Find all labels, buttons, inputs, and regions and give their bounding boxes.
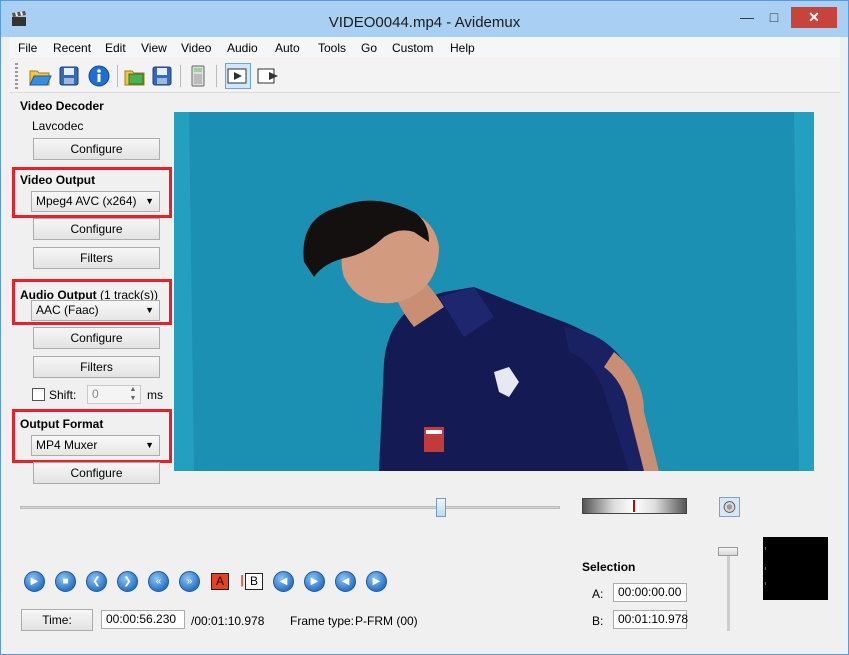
menu-edit[interactable]: Edit — [105, 41, 126, 55]
menu-help[interactable]: Help — [450, 41, 475, 55]
jog-shuttle[interactable] — [582, 498, 687, 514]
set-marker-a-button[interactable]: A — [211, 573, 229, 590]
video-output-selected: Mpeg4 AVC (x264) — [36, 194, 137, 208]
output-preview-icon[interactable] — [255, 63, 281, 89]
menu-bar: File Recent Edit View Video Audio Auto T… — [9, 37, 840, 58]
frame-type-label: Frame type: — [290, 614, 355, 628]
menu-recent[interactable]: Recent — [53, 41, 91, 55]
save-image-icon[interactable] — [149, 63, 175, 89]
jog-marker — [633, 500, 635, 512]
next-keyframe-icon[interactable]: » — [179, 571, 200, 592]
toolbar-separator — [117, 65, 118, 87]
window-title: VIDEO0044.mp4 - Avidemux — [328, 14, 521, 31]
audio-meter-preview — [763, 537, 828, 600]
timeline-slider-thumb[interactable] — [436, 498, 446, 517]
output-format-select[interactable]: MP4 Muxer ▼ — [31, 435, 160, 456]
goto-marker-b-icon[interactable]: ▶ — [304, 571, 325, 592]
audio-output-filters-button[interactable]: Filters — [33, 356, 160, 378]
maximize-button[interactable]: □ — [761, 7, 787, 27]
video-output-filters-button[interactable]: Filters — [33, 247, 160, 269]
avidemux-window: VIDEO0044.mp4 - Avidemux — □ ✕ File Rece… — [0, 0, 849, 655]
next-black-frame-icon[interactable]: ▶ — [366, 571, 387, 592]
selection-a-label: A: — [592, 587, 604, 601]
toolbar — [9, 59, 840, 93]
shift-label: Shift: — [49, 388, 77, 402]
next-frame-icon[interactable]: ❯ — [117, 571, 138, 592]
total-duration: /00:01:10.978 — [191, 614, 265, 628]
volume-icon[interactable] — [719, 497, 740, 517]
toolbar-separator — [180, 65, 181, 87]
video-decoder-codec: Lavcodec — [32, 119, 84, 133]
set-marker-b-button[interactable]: B — [245, 573, 263, 590]
marker-b-label: B — [249, 574, 258, 588]
selection-a-field[interactable]: 00:00:00.00 — [613, 583, 687, 602]
video-output-heading: Video Output — [20, 173, 96, 187]
previous-frame-icon[interactable]: ❮ — [86, 571, 107, 592]
close-button[interactable]: ✕ — [791, 7, 837, 28]
video-output-configure-button[interactable]: Configure — [33, 218, 160, 240]
open-icon[interactable] — [27, 63, 53, 89]
toolbar-separator — [216, 65, 217, 87]
menu-audio[interactable]: Audio — [227, 41, 258, 55]
marker-a-label: A — [215, 574, 224, 588]
shift-spinbox-arrows[interactable]: ▲ ▼ — [125, 385, 141, 404]
play-filtered-icon[interactable] — [225, 63, 251, 89]
video-preview — [174, 112, 814, 471]
chevron-down-icon: ▼ — [145, 196, 154, 206]
menu-video[interactable]: Video — [181, 41, 211, 55]
selection-heading: Selection — [582, 560, 636, 574]
selection-b-label: B: — [592, 614, 604, 628]
volume-slider-track[interactable] — [727, 549, 730, 631]
open-image-icon[interactable] — [122, 63, 148, 89]
frame-type-value: P-FRM (00) — [355, 614, 418, 628]
previous-black-frame-icon[interactable]: ◀ — [335, 571, 356, 592]
output-format-heading: Output Format — [20, 417, 104, 431]
video-decoder-heading: Video Decoder — [20, 99, 104, 113]
menu-go[interactable]: Go — [361, 41, 377, 55]
output-format-configure-button[interactable]: Configure — [33, 462, 160, 484]
audio-output-selected: AAC (Faac) — [36, 303, 99, 317]
timeline-track[interactable] — [20, 506, 560, 509]
status-bar — [9, 633, 840, 641]
video-output-select[interactable]: Mpeg4 AVC (x264) ▼ — [31, 191, 160, 212]
audio-output-configure-button[interactable]: Configure — [33, 327, 160, 349]
shift-unit: ms — [147, 388, 163, 402]
calculator-icon[interactable] — [185, 63, 211, 89]
volume-slider-thumb[interactable] — [718, 547, 738, 556]
audio-output-select[interactable]: AAC (Faac) ▼ — [31, 300, 160, 321]
selection-b-field[interactable]: 00:01:10.978 — [613, 610, 688, 629]
play-icon[interactable]: ▶ — [24, 571, 45, 592]
video-frame-image — [174, 112, 814, 471]
current-time-field[interactable]: 00:00:56.230 — [101, 610, 185, 629]
title-bar: VIDEO0044.mp4 - Avidemux — □ ✕ — [1, 1, 848, 37]
menu-auto[interactable]: Auto — [275, 41, 300, 55]
chevron-down-icon: ▼ — [145, 440, 154, 450]
chevron-down-icon: ▼ — [145, 305, 154, 315]
output-format-selected: MP4 Muxer — [36, 438, 98, 452]
stop-icon[interactable]: ■ — [55, 571, 76, 592]
shift-checkbox[interactable] — [32, 388, 45, 401]
video-decoder-configure-button[interactable]: Configure — [33, 138, 160, 160]
goto-marker-a-icon[interactable]: ◀ — [273, 571, 294, 592]
info-icon[interactable] — [86, 63, 112, 89]
menu-tools[interactable]: Tools — [318, 41, 346, 55]
menu-custom[interactable]: Custom — [392, 41, 433, 55]
menu-view[interactable]: View — [141, 41, 167, 55]
time-button[interactable]: Time: — [21, 609, 93, 631]
menu-file[interactable]: File — [18, 41, 37, 55]
toolbar-grip[interactable] — [15, 63, 18, 89]
minimize-button[interactable]: — — [734, 7, 760, 27]
save-icon[interactable] — [56, 63, 82, 89]
previous-keyframe-icon[interactable]: « — [148, 571, 169, 592]
